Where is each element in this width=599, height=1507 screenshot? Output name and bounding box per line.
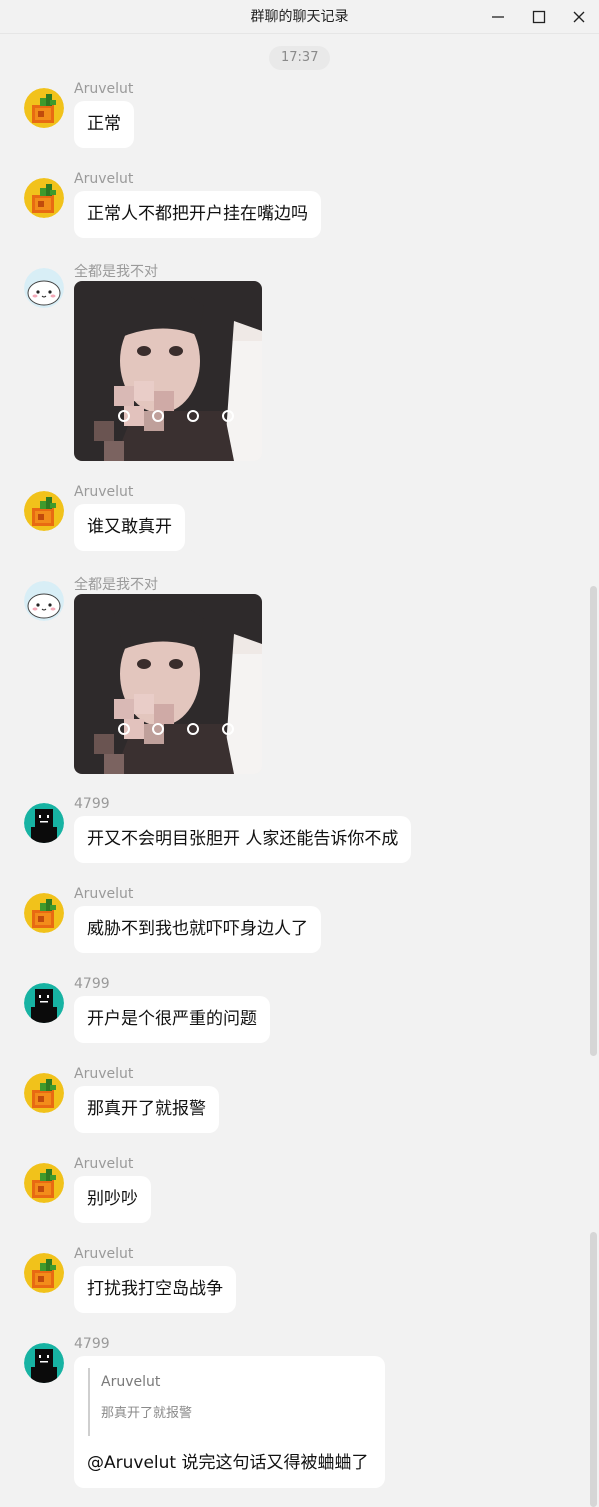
sender-name: Aruvelut — [74, 484, 134, 500]
close-button[interactable] — [559, 0, 599, 34]
message-bubble[interactable]: 谁又敢真开 — [74, 504, 185, 551]
reply-text: @Aruvelut 说完这句话又得被蛐蛐了 — [87, 1453, 369, 1473]
sender-name: Aruvelut — [74, 171, 134, 187]
maximize-button[interactable] — [519, 0, 559, 34]
sender-name: 4799 — [74, 796, 110, 812]
black-block-avatar[interactable] — [24, 983, 64, 1023]
sender-name: Aruvelut — [74, 1246, 134, 1262]
close-icon — [573, 11, 585, 23]
pixel-orange-avatar[interactable] — [24, 491, 64, 531]
scrollbar-thumb[interactable] — [590, 1232, 597, 1507]
cat-sticker-avatar[interactable] — [24, 581, 64, 621]
pixel-orange-avatar[interactable] — [24, 1073, 64, 1113]
timestamp-divider: 17:37 — [269, 46, 331, 70]
message-bubble[interactable]: 正常 — [74, 101, 134, 148]
message-bubble[interactable]: 开又不会明目张胆开 人家还能告诉你不成 — [74, 816, 412, 863]
message-bubble[interactable]: 开户是个很严重的问题 — [74, 996, 270, 1043]
reply-bubble[interactable]: Aruvelut 那真开了就报警 @Aruvelut 说完这句话又得被蛐蛐了 — [74, 1356, 385, 1488]
scrollbar-thumb[interactable] — [590, 586, 597, 1056]
shared-image[interactable] — [74, 281, 262, 461]
minimize-button[interactable] — [478, 0, 518, 34]
sender-name: Aruvelut — [74, 1066, 134, 1082]
sender-name: Aruvelut — [74, 81, 134, 97]
sender-name: 4799 — [74, 976, 110, 992]
message-bubble[interactable]: 威胁不到我也就吓吓身边人了 — [74, 906, 321, 953]
sender-name: Aruvelut — [74, 886, 134, 902]
sender-name: 全都是我不对 — [74, 264, 158, 280]
sender-name: Aruvelut — [74, 1156, 134, 1172]
sender-name: 4799 — [74, 1336, 110, 1352]
pixel-orange-avatar[interactable] — [24, 178, 64, 218]
quoted-sender: Aruvelut — [101, 1374, 161, 1390]
black-block-avatar[interactable] — [24, 1343, 64, 1383]
message-bubble[interactable]: 别吵吵 — [74, 1176, 151, 1223]
message-bubble[interactable]: 那真开了就报警 — [74, 1086, 219, 1133]
sender-name: 全都是我不对 — [74, 577, 158, 593]
cat-sticker-avatar[interactable] — [24, 268, 64, 308]
shared-image[interactable] — [74, 594, 262, 774]
black-block-avatar[interactable] — [24, 803, 64, 843]
pixel-orange-avatar[interactable] — [24, 88, 64, 128]
title-bar: 群聊的聊天记录 — [0, 0, 599, 34]
pixel-orange-avatar[interactable] — [24, 1253, 64, 1293]
message-bubble[interactable]: 正常人不都把开户挂在嘴边吗 — [74, 191, 321, 238]
pixel-orange-avatar[interactable] — [24, 893, 64, 933]
quote-divider — [88, 1368, 90, 1436]
pixel-orange-avatar[interactable] — [24, 1163, 64, 1203]
chat-history[interactable]: 17:37 Aruvelut 正常 Aruvelut 正常人不都把开户挂在嘴边吗… — [0, 34, 599, 1507]
minimize-icon — [492, 16, 504, 18]
maximize-icon — [532, 10, 546, 24]
quoted-text[interactable]: 那真开了就报警 — [101, 1402, 192, 1421]
message-bubble[interactable]: 打扰我打空岛战争 — [74, 1266, 236, 1313]
